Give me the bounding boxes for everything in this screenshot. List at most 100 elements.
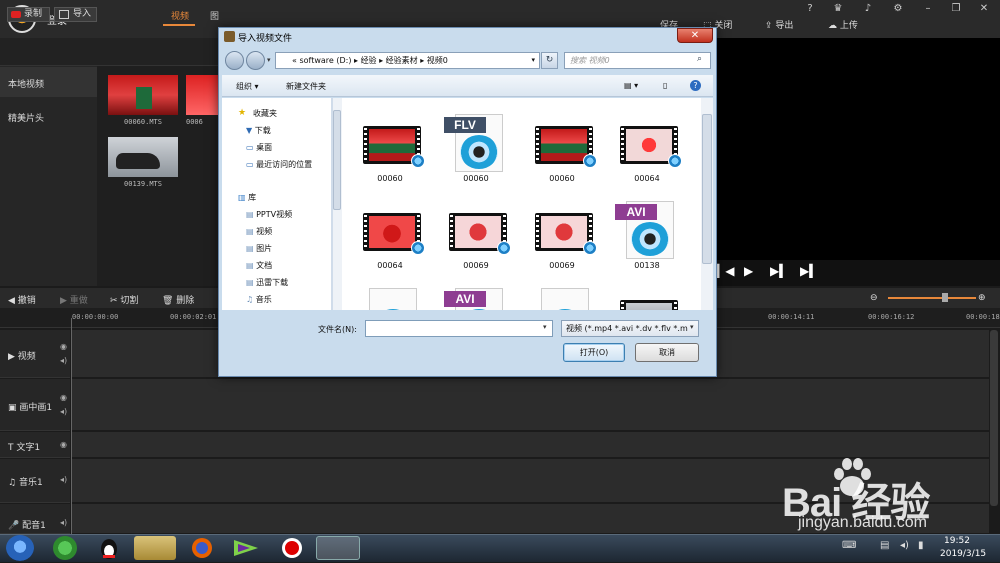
file-item[interactable]: 00069: [441, 197, 511, 277]
breadcrumb-separator[interactable]: ▸: [354, 56, 358, 65]
nav-item-pptv[interactable]: ▤ PPTV视频: [246, 209, 292, 220]
minimize-icon[interactable]: –: [922, 3, 934, 15]
nav-scrollbar-thumb[interactable]: [333, 110, 341, 210]
zoom-out-icon[interactable]: ⊖: [870, 293, 878, 303]
speaker-icon[interactable]: ◂): [60, 518, 67, 527]
file-item[interactable]: [612, 284, 682, 310]
filename-dropdown-icon[interactable]: ▾: [543, 323, 547, 331]
import-button[interactable]: 导入: [54, 7, 97, 22]
sidebar-item-premium-intro[interactable]: 精美片头: [8, 111, 44, 124]
timeline-scrollbar[interactable]: [990, 330, 998, 506]
forward-arrow-icon[interactable]: [246, 51, 265, 70]
breadcrumb-item[interactable]: software (D:): [299, 56, 351, 65]
file-item[interactable]: AVI 00138: [612, 197, 682, 277]
cancel-button[interactable]: 取消: [635, 343, 699, 362]
file-item[interactable]: 00060: [527, 110, 597, 190]
nav-item-xunlei[interactable]: ▤ 迅雷下载: [246, 277, 288, 288]
address-dropdown-icon[interactable]: ▾: [531, 53, 535, 68]
track-pip[interactable]: [71, 379, 989, 431]
prev-frame-icon[interactable]: ▍◀: [716, 264, 734, 278]
file-item[interactable]: [355, 284, 425, 310]
start-button[interactable]: [6, 535, 34, 561]
undo-button[interactable]: ◀ 撤销: [8, 293, 36, 306]
eye-icon[interactable]: ◉: [60, 393, 67, 402]
nav-item-desktop[interactable]: ▭ 桌面: [246, 142, 272, 153]
help-icon[interactable]: ?: [804, 3, 816, 15]
view-options-icon[interactable]: ▤ ▾: [624, 81, 638, 90]
nav-item-recent[interactable]: ▭ 最近访问的位置: [246, 159, 312, 170]
tray-volume-icon[interactable]: ◂): [900, 540, 909, 551]
taskbar-app-360[interactable]: [53, 536, 77, 560]
tab-image[interactable]: 图: [210, 9, 219, 22]
file-item[interactable]: [527, 284, 597, 310]
track-text[interactable]: [71, 432, 989, 458]
taskbar-app-qq[interactable]: [92, 536, 126, 560]
file-item[interactable]: AVI: [441, 284, 511, 310]
cut-button[interactable]: ✂ 切割: [110, 293, 138, 306]
taskbar-app-recorder[interactable]: [272, 536, 312, 560]
refresh-icon[interactable]: ↻: [541, 52, 558, 69]
vip-icon[interactable]: ♛: [832, 3, 844, 15]
file-item[interactable]: 00064: [355, 197, 425, 277]
bell-icon[interactable]: ♪: [862, 3, 874, 15]
record-button[interactable]: 录制: [7, 7, 50, 22]
nav-item-music[interactable]: ♫ 音乐: [246, 294, 272, 305]
gear-icon[interactable]: ⚙: [892, 3, 904, 15]
tray-network-icon[interactable]: ▮: [918, 540, 924, 551]
organize-menu[interactable]: 组织 ▾: [236, 81, 259, 92]
search-icon[interactable]: ⌕: [697, 54, 702, 64]
end-icon[interactable]: ▶▍: [800, 264, 818, 278]
taskbar-app-editor[interactable]: [316, 536, 360, 560]
zoom-slider-handle[interactable]: [942, 293, 948, 302]
tray-device-icon[interactable]: ▤: [880, 540, 889, 551]
taskbar-app-media[interactable]: [226, 536, 266, 560]
breadcrumb-item[interactable]: 经验素材: [386, 56, 418, 65]
zoom-slider[interactable]: [888, 297, 976, 299]
media-thumbnail[interactable]: [108, 75, 178, 115]
nav-libraries[interactable]: ▥ 库: [238, 192, 256, 203]
file-item[interactable]: 00060: [355, 110, 425, 190]
speaker-icon[interactable]: ◂): [60, 356, 67, 365]
file-item[interactable]: 00064: [612, 110, 682, 190]
delete-button[interactable]: 🗑 删除: [162, 293, 194, 306]
breadcrumb-separator[interactable]: ▸: [379, 56, 383, 65]
tab-video[interactable]: 视频: [171, 9, 189, 22]
next-frame-icon[interactable]: ▶▍: [770, 264, 788, 278]
speaker-icon[interactable]: ◂): [60, 475, 67, 484]
zoom-in-icon[interactable]: ⊕: [978, 293, 986, 303]
nav-item-pictures[interactable]: ▤ 图片: [246, 243, 272, 254]
file-item[interactable]: 00069: [527, 197, 597, 277]
taskbar-app-firefox[interactable]: [182, 536, 222, 560]
file-scrollbar-thumb[interactable]: [702, 114, 712, 264]
media-thumbnail[interactable]: [186, 75, 218, 115]
playhead[interactable]: [71, 318, 72, 536]
upload-button[interactable]: ☁ 上传: [828, 18, 858, 31]
eye-icon[interactable]: ◉: [60, 440, 67, 449]
tray-keyboard-icon[interactable]: ⌨: [842, 540, 856, 551]
nav-favorites[interactable]: ★ 收藏夹: [238, 108, 277, 119]
taskbar-app-explorer[interactable]: [134, 536, 176, 560]
nav-item-documents[interactable]: ▤ 文档: [246, 260, 272, 271]
breadcrumb-item[interactable]: 经验: [361, 56, 377, 65]
speaker-icon[interactable]: ◂): [60, 407, 67, 416]
preview-pane-icon[interactable]: ▯: [663, 81, 667, 90]
restore-icon[interactable]: ❐: [950, 3, 962, 15]
media-thumbnail[interactable]: [108, 137, 178, 177]
nav-item-downloads[interactable]: ▼ 下载: [246, 125, 271, 136]
close-icon[interactable]: ✕: [978, 3, 990, 15]
eye-icon[interactable]: ◉: [60, 342, 67, 351]
dialog-close-button[interactable]: ✕: [677, 28, 713, 43]
history-dropdown-icon[interactable]: ▾: [267, 56, 271, 64]
search-input[interactable]: 搜索 视频0: [564, 52, 711, 69]
filetype-select[interactable]: 视频 (*.mp4 *.avi *.dv *.flv *.m: [561, 320, 699, 337]
nav-item-videos[interactable]: ▤ 视频: [246, 226, 272, 237]
play-icon[interactable]: ▶: [744, 264, 753, 278]
breadcrumb-separator[interactable]: ▸: [420, 56, 424, 65]
back-arrow-icon[interactable]: [225, 51, 244, 70]
export-button[interactable]: ⇪ 导出: [765, 18, 793, 31]
filetype-dropdown-icon[interactable]: ▾: [690, 323, 694, 331]
open-button[interactable]: 打开(O): [563, 343, 625, 362]
tray-date[interactable]: 2019/3/15: [940, 549, 986, 559]
address-bar[interactable]: « software (D:) ▸ 经验 ▸ 经验素材 ▸ 视频0 ▾: [275, 52, 540, 69]
file-item[interactable]: FLV 00060: [441, 110, 511, 190]
